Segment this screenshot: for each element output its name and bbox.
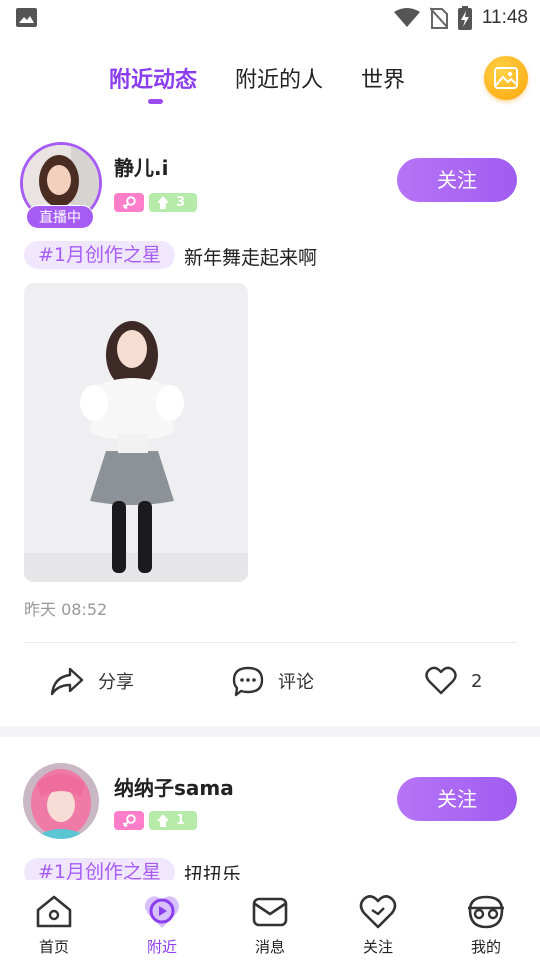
level-badge: 3: [149, 193, 197, 212]
nav-label: 首页: [38, 938, 69, 956]
tab-nearby-people[interactable]: 附近的人: [235, 62, 323, 94]
nav-nearby[interactable]: 附近: [108, 880, 216, 960]
clock: 11:48: [481, 7, 528, 28]
nav-label: 关注: [362, 938, 393, 956]
wifi-icon: [393, 8, 420, 27]
comment-label: 评论: [278, 672, 314, 693]
share-button[interactable]: 分享: [50, 664, 134, 698]
heart-icon: [425, 666, 457, 695]
tab-world[interactable]: 世界: [361, 62, 405, 94]
username[interactable]: 纳纳子sama: [114, 772, 234, 801]
nav-following[interactable]: 关注: [324, 880, 432, 960]
battery-charging-icon: [457, 6, 472, 30]
tab-nearby-moments[interactable]: 附近动态: [109, 62, 197, 94]
follow-button[interactable]: 关注: [397, 158, 517, 202]
no-sim-icon: [429, 7, 448, 29]
level-number: 1: [176, 813, 186, 828]
top-tab-bar: 附近动态 附近的人 世界: [0, 54, 540, 110]
heart-icon: [359, 895, 397, 929]
level-number: 3: [176, 195, 186, 210]
profile-icon: [468, 895, 504, 929]
comment-icon: [232, 666, 264, 697]
status-bar: 11:48: [0, 0, 540, 36]
section-separator: [0, 726, 540, 737]
comment-button[interactable]: 评论: [232, 664, 314, 698]
nav-home[interactable]: 首页: [0, 880, 108, 960]
gender-badge: [114, 811, 144, 830]
divider: [24, 642, 516, 643]
female-icon: [122, 814, 136, 828]
live-badge: 直播中: [26, 205, 94, 229]
follow-button[interactable]: 关注: [397, 777, 517, 821]
topic-tag[interactable]: #1月创作之星: [24, 241, 176, 269]
avatar: [23, 763, 99, 839]
nav-label: 我的: [470, 938, 501, 956]
active-tab-indicator: [148, 99, 163, 104]
post-text: 新年舞走起来啊: [184, 247, 318, 269]
nav-messages[interactable]: 消息: [216, 880, 324, 960]
post-video-thumbnail[interactable]: [24, 283, 248, 582]
nav-label: 附近: [146, 938, 177, 956]
image-icon: [16, 8, 37, 27]
post-timestamp: 昨天 08:52: [24, 600, 108, 619]
avatar-container[interactable]: [20, 763, 102, 845]
gallery-icon: [494, 67, 518, 89]
like-button[interactable]: 2: [425, 664, 482, 698]
share-icon: [50, 667, 84, 696]
level-icon: [157, 814, 169, 827]
level-badge: 1: [149, 811, 197, 830]
level-icon: [157, 196, 169, 209]
share-label: 分享: [98, 672, 134, 693]
username[interactable]: 静儿.i: [114, 152, 168, 181]
nav-label: 消息: [254, 938, 285, 956]
female-icon: [122, 196, 136, 210]
nearby-icon: [145, 896, 179, 928]
gallery-button[interactable]: [484, 56, 528, 100]
message-icon: [252, 897, 288, 927]
nav-profile[interactable]: 我的: [432, 880, 540, 960]
bottom-navigation: 首页 附近 消息 关注 我的: [0, 880, 540, 960]
like-count: 2: [471, 670, 483, 692]
avatar-container[interactable]: 直播中: [20, 142, 102, 229]
gender-badge: [114, 193, 144, 212]
home-icon: [36, 895, 72, 928]
